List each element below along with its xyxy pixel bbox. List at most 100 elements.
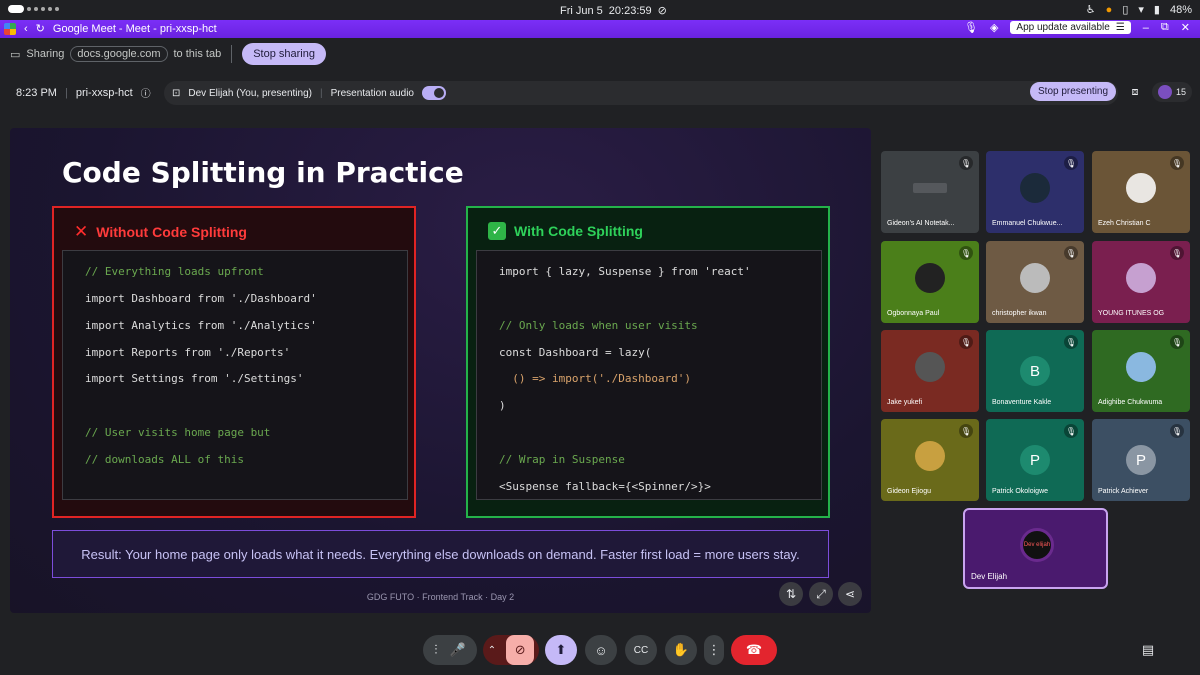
participant-tile[interactable]: B 🎙 Bonaventure Kakle [986, 330, 1084, 412]
meeting-info: 8:23 PM | pri-xxsp-hct ⓘ [16, 85, 151, 101]
captions-icon[interactable]: CC [625, 635, 657, 665]
participant-tile[interactable]: 🎙 Gideon's AI Notetak... [881, 151, 979, 233]
sharing-bar: ▭ Sharing docs.google.com to this tab St… [0, 38, 1200, 70]
code-line: // Wrap in Suspense [499, 453, 625, 466]
avatar [1020, 173, 1050, 203]
slide-title: Code Splitting in Practice [62, 156, 464, 189]
notetaker-logo [913, 183, 947, 193]
presentation-audio-toggle[interactable] [422, 86, 446, 100]
stop-presenting-button[interactable]: Stop presenting [1030, 82, 1117, 101]
accessibility-icon: ♿ [1085, 4, 1096, 16]
reload-icon[interactable]: ↻ [36, 22, 45, 35]
fullscreen-icon[interactable]: ⤢ [809, 582, 833, 606]
participant-name: christopher ikwan [992, 310, 1047, 317]
emoji-icon[interactable]: ☺ [585, 635, 617, 665]
participant-count: 15 [1176, 87, 1187, 97]
participant-name: Emmanuel Chukwue... [992, 220, 1063, 227]
mic-muted-icon: 🎙 [1064, 246, 1078, 260]
participant-tile[interactable]: 🎙 Ogbonnaya Paul [881, 241, 979, 323]
participant-tile[interactable]: P 🎙 Patrick Okoloigwe [986, 419, 1084, 501]
participant-name: Jake yukefi [887, 399, 923, 406]
more-options-icon[interactable]: ⋮ [704, 635, 724, 665]
with-splitting-panel: ✓ With Code Splitting import { lazy, Sus… [466, 206, 830, 518]
mic-in-use-icon[interactable]: 🎙 [964, 21, 978, 34]
status-time: 20:23:59 [608, 4, 652, 17]
people-button[interactable]: 15 [1152, 82, 1193, 102]
people-avatar [1158, 85, 1172, 99]
app-dots [8, 5, 59, 13]
participant-tile[interactable]: 🎙 Emmanuel Chukwue... [986, 151, 1084, 233]
layout-icon[interactable]: ⧈ [1124, 82, 1146, 102]
participant-tile[interactable]: 🎙 Jake yukefi [881, 330, 979, 412]
mic-muted-icon: 🎙 [959, 156, 973, 170]
battery-icon: ▮ [1153, 4, 1160, 16]
without-splitting-heading: Without Code Splitting [96, 224, 247, 240]
vibrate-icon: ▯ [1122, 4, 1129, 16]
mic-icon[interactable]: 🎤 [450, 642, 466, 658]
share-icon[interactable]: ⋖ [838, 582, 862, 606]
meeting-code: pri-xxsp-hct [75, 86, 133, 99]
chat-icon[interactable]: ▤ [1136, 635, 1160, 665]
dnd-icon: ⊘ [657, 5, 667, 17]
participant-name: Patrick Achiever [1098, 488, 1149, 495]
slide-footer: GDG FUTO · Frontend Track · Day 2 [366, 592, 515, 602]
participant-tile[interactable]: 🎙 YOUNG ITUNES OG [1092, 241, 1190, 323]
participant-name: YOUNG ITUNES OG [1098, 310, 1165, 317]
participant-tile[interactable]: 🎙 christopher ikwan [986, 241, 1084, 323]
extension-icon[interactable]: ◈ [990, 21, 998, 34]
close-icon[interactable]: ✕ [1181, 21, 1190, 34]
back-icon[interactable]: ‹ [24, 23, 28, 35]
without-splitting-panel: ✕ Without Code Splitting // Everything l… [52, 206, 416, 518]
avatar: P [1020, 445, 1050, 475]
code-line: import Analytics from './Analytics' [85, 319, 317, 332]
status-date: Fri Jun 5 [560, 4, 603, 17]
avatar [1020, 263, 1050, 293]
avatar [1126, 263, 1156, 293]
stop-sharing-button[interactable]: Stop sharing [242, 43, 326, 65]
screen: Fri Jun 5 20:23:59 ⊘ ♿ ● ▯ ▾ ▮ 48% ‹ ↻ G… [0, 0, 1200, 675]
code-line: const Dashboard = lazy( [499, 346, 652, 359]
presenting-icon: ⊡ [172, 87, 181, 99]
restore-icon[interactable]: ⧉ [1161, 21, 1169, 34]
avatar [915, 263, 945, 293]
mic-muted-icon: 🎙 [959, 335, 973, 349]
self-name: Dev Elijah [971, 572, 1008, 581]
participant-tile[interactable]: 🎙 Adighibe Chukwuma [1092, 330, 1190, 412]
code-block-with: import { lazy, Suspense } from 'react' /… [476, 250, 822, 500]
raise-hand-icon[interactable]: ✋ [665, 635, 697, 665]
presenting-label: Dev Elijah (You, presenting) [188, 87, 312, 99]
participant-name: Ezeh Christian C [1098, 220, 1151, 227]
code-block-without: // Everything loads upfront import Dashb… [62, 250, 408, 500]
meeting-time: 8:23 PM [16, 86, 57, 99]
call-controls: ⫶ 🎤 ⌃ ⊘ ⬆ ☺ CC ✋ ⋮ ☎ ▤ [0, 630, 1200, 670]
code-line: // User visits home page but [85, 426, 271, 439]
participant-name: Gideon's AI Notetak... [887, 220, 955, 227]
code-line: ) [499, 399, 506, 412]
present-icon[interactable]: ⬆ [545, 635, 577, 665]
with-splitting-heading: With Code Splitting [514, 223, 643, 239]
participant-tile[interactable]: P 🎙 Patrick Achiever [1092, 419, 1190, 501]
participant-tile[interactable]: 🎙 Ezeh Christian C [1092, 151, 1190, 233]
participant-tile[interactable]: 🎙 Gideon Ejiogu [881, 419, 979, 501]
avatar: B [1020, 356, 1050, 386]
presenting-bar: ⊡ Dev Elijah (You, presenting) | Present… [164, 81, 1118, 105]
info-icon[interactable]: ⓘ [141, 85, 151, 100]
self-tile[interactable]: Dev elijah Dev Elijah [963, 508, 1108, 589]
check-mark-icon: ✓ [488, 222, 506, 240]
menu-icon: ☰ [1115, 22, 1125, 33]
app-update-button[interactable]: App update available ☰ [1010, 21, 1131, 34]
mic-muted-icon: 🎙 [959, 246, 973, 260]
browser-bar: ‹ ↻ Google Meet - Meet - pri-xxsp-hct 🎙 … [0, 20, 1200, 38]
end-call-icon[interactable]: ☎ [731, 635, 777, 665]
code-line: import Reports from './Reports' [85, 346, 291, 359]
mic-muted-icon: 🎙 [1170, 156, 1184, 170]
status-bar: Fri Jun 5 20:23:59 ⊘ ♿ ● ▯ ▾ ▮ 48% [0, 0, 1200, 20]
sharing-suffix: to this tab [173, 48, 222, 60]
audio-levels-icon[interactable]: ⫶ [434, 642, 437, 658]
minimize-icon[interactable]: – [1143, 22, 1149, 34]
mic-muted-icon: 🎙 [959, 424, 973, 438]
chevron-up-icon[interactable]: ⌃ [488, 645, 496, 656]
mic-muted-icon: 🎙 [1170, 246, 1184, 260]
camera-off-icon[interactable]: ⊘ [506, 635, 535, 665]
swap-icon[interactable]: ⇅ [779, 582, 803, 606]
